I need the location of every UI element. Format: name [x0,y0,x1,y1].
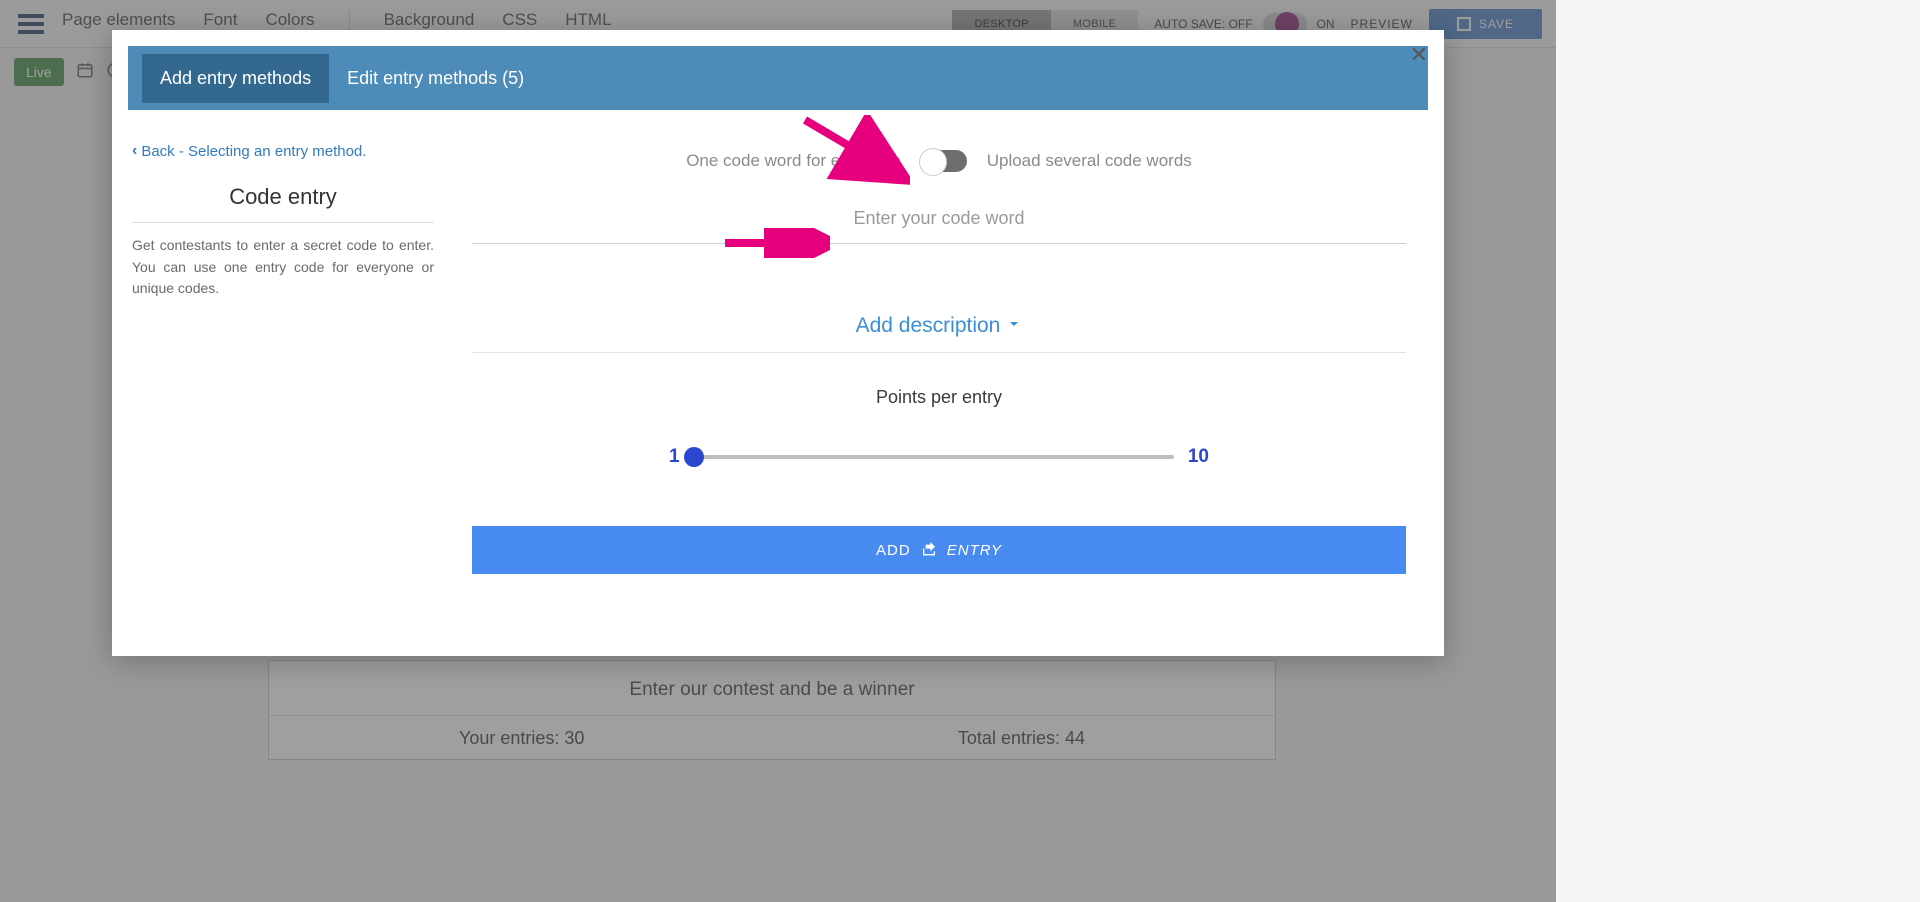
left-pane: ‹ Back - Selecting an entry method. Code… [128,136,438,640]
slider-max: 10 [1188,446,1209,468]
modal-content: ‹ Back - Selecting an entry method. Code… [128,110,1428,640]
back-link-text: Back - Selecting an entry method. [141,143,366,160]
add-entry-suffix: ENTRY [947,542,1002,559]
slider-min: 1 [669,446,680,468]
share-icon [921,540,937,560]
add-entry-prefix: ADD [876,542,911,559]
code-mode-toggle[interactable] [921,150,967,172]
tab-add-entry-methods[interactable]: Add entry methods [142,54,329,103]
entry-method-modal: ✕ Add entry methods Edit entry methods (… [112,30,1444,656]
code-input-wrap [472,200,1406,244]
modal-tabs: Add entry methods Edit entry methods (5) [128,46,1428,110]
back-link[interactable]: ‹ Back - Selecting an entry method. [132,142,366,160]
points-per-entry-label: Points per entry [472,387,1406,408]
add-description-button[interactable]: Add description [856,314,1023,338]
add-entry-button[interactable]: ADD ENTRY [472,526,1406,574]
left-separator [132,222,434,223]
left-description: Get contestants to enter a secret code t… [132,235,434,300]
code-mode-toggle-row: One code word for everyone Upload severa… [472,150,1406,172]
toggle-label-right: Upload several code words [987,151,1192,171]
code-word-input[interactable] [472,200,1406,244]
add-description-section: Add description [472,314,1406,353]
left-title: Code entry [132,184,434,210]
close-icon[interactable]: ✕ [1410,42,1428,68]
chevron-left-icon: ‹ [132,142,137,160]
points-slider[interactable] [694,455,1174,459]
toggle-label-left: One code word for everyone [686,151,901,171]
slider-thumb[interactable] [684,447,704,467]
chevron-down-icon [1006,316,1022,337]
add-description-label: Add description [856,314,1001,338]
points-slider-row: 1 10 [669,446,1209,468]
tab-edit-entry-methods[interactable]: Edit entry methods (5) [329,54,542,103]
right-pane: One code word for everyone Upload severa… [438,136,1428,640]
